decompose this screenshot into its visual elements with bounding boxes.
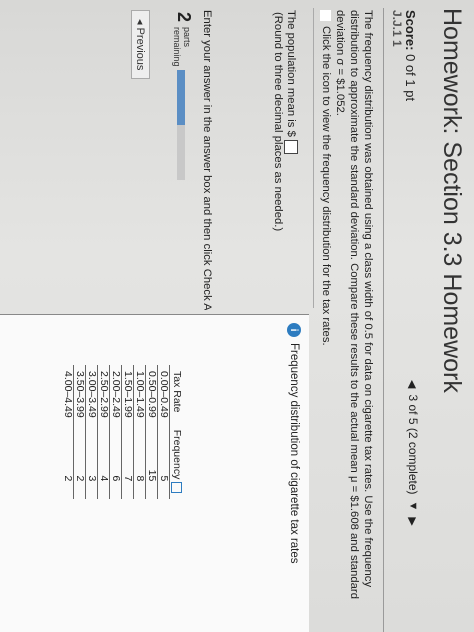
tax-rate-cell: 3.00–3.49 [85, 365, 98, 424]
question-nav: ◀ 3 of 5 (2 complete) ▼ ▶ [406, 380, 420, 526]
tax-rate-cell: 0.00–0.49 [157, 365, 170, 424]
parts-text: parts remaining [172, 27, 192, 67]
table-row: 2.50–2.99 4 [97, 365, 110, 500]
tax-rate-cell: 0.50–0.99 [145, 365, 158, 424]
table-row: 2.00–2.49 6 [109, 365, 122, 500]
parts-line1: parts [182, 27, 192, 48]
tax-rate-cell: 2.50–2.99 [97, 365, 110, 424]
table-row: 3.50–3.99 2 [73, 365, 86, 500]
frequency-cell: 2 [73, 423, 86, 500]
tax-rate-cell: 4.00–4.49 [62, 365, 74, 424]
frequency-cell: 2 [62, 423, 74, 500]
popup-header: i Frequency distribution of cigarette ta… [287, 323, 301, 564]
question-prompt: The frequency distribution was obtained … [334, 10, 374, 599]
frequency-cell: 15 [145, 423, 158, 500]
frequency-cell: 3 [85, 423, 98, 500]
mean-row: The population mean is $ [284, 10, 298, 154]
next-question-icon[interactable]: ▶ [407, 517, 420, 525]
section-divider [313, 8, 314, 308]
popup-title: Frequency distribution of cigarette tax … [288, 343, 300, 564]
previous-button[interactable]: ◂ Previous [131, 10, 150, 80]
grid-icon[interactable] [320, 10, 332, 21]
table-row: 4.00–4.49 2 [62, 365, 74, 500]
score-label: Score: [403, 10, 418, 51]
table-link[interactable]: Click the icon to view the frequency dis… [320, 10, 332, 346]
table-row: 3.00–3.49 3 [85, 365, 98, 500]
header-divider [383, 8, 384, 632]
mean-answer-input[interactable] [284, 139, 298, 154]
score-value: 0 of 1 pt [403, 54, 418, 102]
tax-rate-cell: 2.00–2.49 [109, 365, 122, 424]
tax-rate-cell: 1.00–1.49 [133, 365, 146, 424]
frequency-table: Tax Rate Frequency 0.00–0.49 5 0.50–0.99 15… [62, 365, 185, 500]
table-row: 0.50–0.99 15 [145, 365, 158, 500]
frequency-cell: 7 [121, 423, 134, 500]
frequency-cell: 8 [133, 423, 146, 500]
col-frequency: Frequency [170, 424, 185, 500]
frequency-cell: 4 [97, 423, 110, 500]
info-icon: i [287, 323, 301, 337]
mean-label: The population mean is $ [285, 10, 297, 137]
dropdown-icon[interactable]: ▼ [407, 501, 419, 512]
col-tax-rate: Tax Rate [171, 371, 183, 413]
frequency-cell: 6 [109, 423, 122, 500]
prev-question-icon[interactable]: ◀ [407, 380, 420, 388]
parts-progress-fill [177, 70, 185, 125]
tax-rate-cell: 1.50–1.99 [121, 365, 134, 424]
table-row: 0.00–0.49 5 [157, 365, 170, 500]
parts-line2: remaining [172, 27, 182, 67]
frequency-popup: i Frequency distribution of cigarette ta… [0, 314, 309, 632]
question-nav-text[interactable]: 3 of 5 (2 complete) [406, 394, 420, 494]
copy-icon[interactable] [171, 482, 183, 494]
instruction-text: Enter your answer in the answer box and … [201, 10, 213, 310]
rounding-note: (Round to three decimal places as needed… [272, 12, 284, 232]
table-row: 1.50–1.99 7 [121, 365, 134, 500]
score: Score: 0 of 1 pt [403, 10, 418, 101]
frequency-cell: 5 [157, 423, 170, 500]
screen: Homework: Section 3.3 Homework Score: 0 … [0, 0, 474, 632]
question-number: J.J.1 1 [390, 10, 404, 47]
tax-rate-cell: 3.50–3.99 [73, 365, 86, 424]
table-row: 1.00–1.49 8 [133, 365, 146, 500]
parts-progress [177, 70, 185, 180]
page-title: Homework: Section 3.3 Homework [438, 8, 466, 393]
table-link-text: Click the icon to view the frequency dis… [320, 26, 332, 346]
parts-count: 2 [174, 12, 194, 23]
